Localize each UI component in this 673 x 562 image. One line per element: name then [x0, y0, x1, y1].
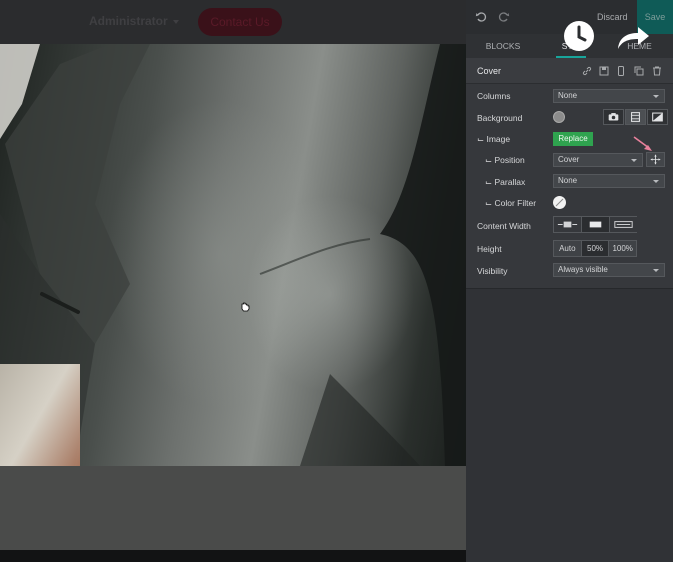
trash-icon[interactable]	[652, 66, 662, 76]
replace-image-button[interactable]: Replace	[553, 132, 593, 146]
camera-icon	[608, 113, 619, 121]
columns-label: Columns	[477, 91, 511, 101]
annotation-arrow-icon	[633, 136, 652, 151]
position-select[interactable]: Cover	[553, 153, 643, 167]
narrow-width-icon	[557, 221, 578, 228]
mobile-icon[interactable]	[616, 66, 626, 76]
background-gradient-button[interactable]	[647, 109, 668, 125]
color-filter-swatch[interactable]	[553, 196, 566, 209]
chevron-down-icon	[653, 269, 659, 272]
undo-icon[interactable]	[475, 11, 487, 23]
link-icon[interactable]	[582, 66, 592, 76]
parallax-label: ⌙ Parallax	[485, 177, 526, 187]
tab-blocks[interactable]: BLOCKS	[466, 34, 540, 58]
visibility-select[interactable]: Always visible	[553, 263, 665, 277]
chevron-down-icon	[653, 95, 659, 98]
chevron-down-icon	[172, 19, 179, 24]
height-label: Height	[477, 244, 502, 254]
background-image-button[interactable]	[603, 109, 624, 125]
redo-small-icon[interactable]	[498, 11, 510, 23]
narrow-width-button[interactable]	[554, 217, 582, 232]
save-icon[interactable]	[599, 66, 609, 76]
normal-width-icon	[589, 221, 602, 228]
panel-empty-area	[466, 288, 673, 562]
shirt-cuff	[0, 364, 80, 466]
image-label: ⌙ Image	[477, 134, 511, 144]
chevron-down-icon	[631, 159, 637, 162]
full-width-button[interactable]	[610, 217, 637, 232]
content-width-group	[553, 216, 637, 233]
position-focus-button[interactable]	[646, 152, 665, 167]
parallax-value: None	[558, 176, 578, 185]
editor-sidebar: Discard Save BLOCKS STY HEME Cover	[466, 0, 673, 562]
normal-width-button[interactable]	[582, 217, 610, 232]
content-width-label: Content Width	[477, 221, 531, 231]
section-below-cover	[0, 466, 466, 550]
no-color-icon	[555, 198, 564, 207]
columns-select[interactable]: None	[553, 89, 665, 103]
background-label: Background	[477, 113, 523, 123]
visibility-value: Always visible	[558, 265, 608, 274]
columns-value: None	[558, 91, 578, 100]
move-icon	[650, 154, 661, 165]
admin-menu[interactable]: Administrator	[89, 14, 179, 28]
height-group: Auto 50% 100%	[553, 240, 637, 257]
editor-screen: Administrator Contact Us Discard Save BL…	[0, 0, 673, 562]
parallax-select[interactable]: None	[553, 174, 665, 188]
position-value: Cover	[558, 155, 580, 164]
site-navbar: Administrator Contact Us	[0, 0, 466, 44]
admin-label: Administrator	[89, 14, 168, 28]
height-50-button[interactable]: 50%	[581, 241, 610, 256]
height-100-button[interactable]: 100%	[609, 241, 637, 256]
footer-strip	[0, 550, 466, 562]
chevron-down-icon	[653, 180, 659, 183]
position-label: ⌙ Position	[485, 155, 525, 165]
grab-cursor-icon	[241, 302, 250, 312]
full-width-icon	[614, 221, 633, 228]
discard-button[interactable]: Discard	[597, 12, 628, 22]
color-filter-label: ⌙ Color Filter	[485, 198, 537, 208]
background-mode-group	[603, 109, 668, 125]
clock-icon	[564, 21, 594, 51]
visibility-label: Visibility	[477, 266, 508, 276]
background-video-button[interactable]	[625, 109, 646, 125]
section-title: Cover	[477, 66, 502, 76]
video-icon	[631, 112, 640, 122]
copy-icon[interactable]	[634, 66, 644, 76]
redo-arrow-icon	[618, 27, 649, 49]
contact-us-button[interactable]: Contact Us	[198, 8, 282, 36]
page-canvas: Administrator Contact Us	[0, 0, 466, 562]
background-color-swatch[interactable]	[553, 111, 565, 123]
gradient-icon	[652, 112, 663, 122]
cover-image[interactable]	[0, 44, 466, 466]
height-auto-button[interactable]: Auto	[554, 241, 582, 256]
section-header: Cover	[466, 58, 673, 84]
